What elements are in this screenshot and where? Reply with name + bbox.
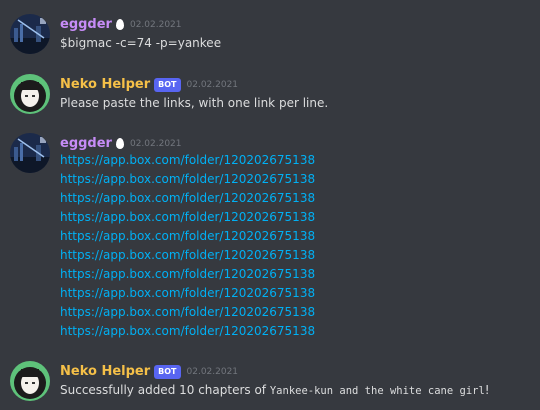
message-header: eggder 02.02.2021 bbox=[60, 133, 182, 151]
message-4: Neko Helper BOT 02.02.2021 Successfully ad… bbox=[0, 361, 540, 401]
author-name[interactable]: eggder bbox=[60, 136, 112, 151]
eggder-avatar-icon[interactable] bbox=[10, 133, 50, 173]
message-2: Neko Helper BOT 02.02.2021 Please paste th… bbox=[0, 74, 540, 114]
message-header: Neko Helper BOT 02.02.2021 bbox=[60, 74, 238, 92]
message-content: Successfully added 10 chapters of Yankee… bbox=[60, 381, 490, 401]
folder-link[interactable]: https://app.box.com/folder/120202675138 bbox=[60, 208, 315, 227]
neko-helper-avatar-icon[interactable] bbox=[10, 74, 50, 114]
eggder-avatar-icon[interactable] bbox=[10, 14, 50, 54]
author-name[interactable]: Neko Helper bbox=[60, 77, 150, 92]
egg-icon bbox=[115, 138, 124, 149]
folder-link[interactable]: https://app.box.com/folder/120202675138 bbox=[60, 322, 315, 341]
timestamp[interactable]: 02.02.2021 bbox=[130, 20, 182, 30]
folder-link[interactable]: https://app.box.com/folder/120202675138 bbox=[60, 227, 315, 246]
neko-helper-avatar-icon[interactable] bbox=[10, 361, 50, 401]
timestamp[interactable]: 02.02.2021 bbox=[187, 367, 239, 377]
folder-link[interactable]: https://app.box.com/folder/120202675138 bbox=[60, 189, 315, 208]
author-name[interactable]: eggder bbox=[60, 17, 112, 32]
egg-icon bbox=[115, 19, 124, 30]
message-3: eggder 02.02.2021 https://app.box.com/fol… bbox=[0, 133, 540, 345]
folder-link[interactable]: https://app.box.com/folder/120202675138 bbox=[60, 284, 315, 303]
folder-link[interactable]: https://app.box.com/folder/120202675138 bbox=[60, 151, 315, 170]
chat-messages: eggder 02.02.2021 $bigmac -c=74 -p=yankee… bbox=[0, 0, 540, 410]
folder-link[interactable]: https://app.box.com/folder/120202675138 bbox=[60, 170, 315, 189]
timestamp[interactable]: 02.02.2021 bbox=[130, 139, 182, 149]
message-content: https://app.box.com/folder/120202675138 … bbox=[60, 151, 315, 341]
folder-link[interactable]: https://app.box.com/folder/120202675138 bbox=[60, 265, 315, 284]
bot-badge: BOT bbox=[154, 364, 181, 379]
message-1: eggder 02.02.2021 $bigmac -c=74 -p=yankee bbox=[0, 14, 540, 54]
message-text: ! bbox=[484, 383, 490, 397]
message-content: $bigmac -c=74 -p=yankee bbox=[60, 36, 222, 50]
timestamp[interactable]: 02.02.2021 bbox=[187, 80, 239, 90]
message-content: Please paste the links, with one link pe… bbox=[60, 96, 329, 110]
message-header: eggder 02.02.2021 bbox=[60, 14, 182, 32]
folder-link[interactable]: https://app.box.com/folder/120202675138 bbox=[60, 246, 315, 265]
author-name[interactable]: Neko Helper bbox=[60, 364, 150, 379]
inline-code: Yankee-kun and the white cane girl bbox=[269, 385, 485, 397]
message-text: Successfully added 10 chapters of bbox=[60, 383, 270, 397]
message-header: Neko Helper BOT 02.02.2021 bbox=[60, 361, 238, 379]
bot-badge: BOT bbox=[154, 77, 181, 92]
folder-link[interactable]: https://app.box.com/folder/120202675138 bbox=[60, 303, 315, 322]
